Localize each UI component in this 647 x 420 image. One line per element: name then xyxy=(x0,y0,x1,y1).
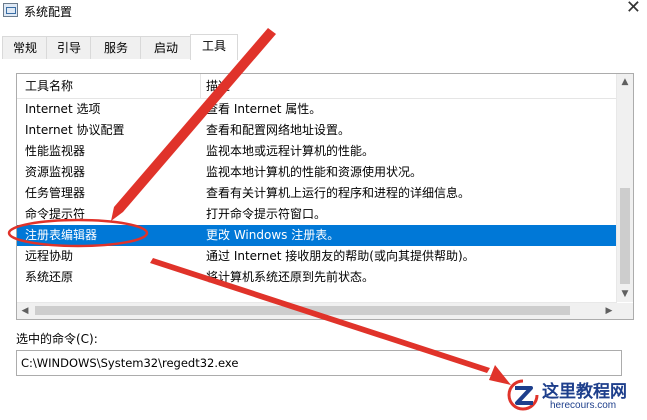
tool-row-remote-assistance[interactable]: 远程协助 通过 Internet 接收朋友的帮助(或向其提供帮助)。 xyxy=(17,246,617,267)
tool-description: 监视本地计算机的性能和资源使用状况。 xyxy=(206,165,423,179)
tool-description: 查看 Internet 属性。 xyxy=(206,102,322,116)
tab-strip: 常规 引导 服务 启动 工具 xyxy=(0,34,647,61)
scroll-right-arrow-icon[interactable]: ▶ xyxy=(601,303,617,319)
tool-name: 资源监视器 xyxy=(25,165,86,179)
tool-row-system-restore[interactable]: 系统还原 将计算机系统还原到先前状态。 xyxy=(17,267,617,288)
tool-description: 更改 Windows 注册表。 xyxy=(206,228,340,242)
column-header-description[interactable]: 描述 xyxy=(206,74,230,98)
tools-listview[interactable]: 工具名称 描述 Internet 选项 查看 Internet 属性。 Inte… xyxy=(16,73,634,320)
tool-description: 查看有关计算机上运行的程序和进程的详细信息。 xyxy=(206,186,471,200)
column-header-tool-name[interactable]: 工具名称 xyxy=(25,74,73,98)
tool-description: 查看和配置网络地址设置。 xyxy=(206,123,351,137)
tool-name: 命令提示符 xyxy=(25,207,86,221)
tool-name: 性能监视器 xyxy=(25,144,86,158)
tool-description: 通过 Internet 接收朋友的帮助(或向其提供帮助)。 xyxy=(206,249,475,263)
title-bar: 系统配置 ✕ xyxy=(0,0,647,32)
vertical-scrollbar[interactable]: ▲ ▼ xyxy=(616,74,633,302)
watermark-title: 这里教程网 xyxy=(542,382,627,402)
tab-general[interactable]: 常规 xyxy=(2,36,48,59)
list-header: 工具名称 描述 xyxy=(17,74,617,99)
column-divider[interactable] xyxy=(200,74,201,98)
tool-description: 监视本地或远程计算机的性能。 xyxy=(206,144,375,158)
scrollbar-corner xyxy=(617,303,633,319)
tab-services[interactable]: 服务 xyxy=(90,36,142,59)
selected-command-field[interactable]: C:\WINDOWS\System32\regedt32.exe xyxy=(16,350,622,376)
scroll-up-arrow-icon[interactable]: ▲ xyxy=(617,74,633,90)
tool-row-registry-editor[interactable]: 注册表编辑器 更改 Windows 注册表。 xyxy=(17,225,617,246)
horizontal-scroll-thumb[interactable] xyxy=(35,306,570,315)
close-icon[interactable]: ✕ xyxy=(626,0,641,18)
tool-name: Internet 协议配置 xyxy=(25,123,125,137)
horizontal-scrollbar[interactable]: ◀ ▶ xyxy=(17,302,617,319)
tool-row-task-manager[interactable]: 任务管理器 查看有关计算机上运行的程序和进程的详细信息。 xyxy=(17,183,617,204)
msconfig-app-icon xyxy=(3,3,18,17)
tool-row-internet-options[interactable]: Internet 选项 查看 Internet 属性。 xyxy=(17,99,617,120)
tool-row-performance-monitor[interactable]: 性能监视器 监视本地或远程计算机的性能。 xyxy=(17,141,617,162)
vertical-scroll-thumb[interactable] xyxy=(620,188,630,284)
tab-tools[interactable]: 工具 xyxy=(190,34,238,60)
tool-name: 注册表编辑器 xyxy=(25,228,98,242)
window-title: 系统配置 xyxy=(24,5,73,19)
scroll-left-arrow-icon[interactable]: ◀ xyxy=(17,303,33,319)
tool-description: 打开命令提示符窗口。 xyxy=(206,207,327,221)
scroll-down-arrow-icon[interactable]: ▼ xyxy=(617,286,633,302)
tab-startup[interactable]: 启动 xyxy=(140,36,192,59)
site-watermark: 这里教程网 herecours.com xyxy=(500,374,647,420)
tools-panel: 工具名称 描述 Internet 选项 查看 Internet 属性。 Inte… xyxy=(0,60,647,420)
tab-boot[interactable]: 引导 xyxy=(46,36,92,59)
tool-name: 远程协助 xyxy=(25,249,74,263)
tool-name: 系统还原 xyxy=(25,270,74,284)
tool-description: 将计算机系统还原到先前状态。 xyxy=(206,270,375,284)
watermark-logo-icon xyxy=(507,379,539,411)
tool-row-internet-protocol-config[interactable]: Internet 协议配置 查看和配置网络地址设置。 xyxy=(17,120,617,141)
tool-row-command-prompt[interactable]: 命令提示符 打开命令提示符窗口。 xyxy=(17,204,617,225)
tool-rows: Internet 选项 查看 Internet 属性。 Internet 协议配… xyxy=(17,99,617,288)
watermark-url: herecours.com xyxy=(550,400,617,411)
tool-name: Internet 选项 xyxy=(25,102,101,116)
selected-command-label: 选中的命令(C): xyxy=(16,332,98,346)
tool-name: 任务管理器 xyxy=(25,186,86,200)
tool-row-resource-monitor[interactable]: 资源监视器 监视本地计算机的性能和资源使用状况。 xyxy=(17,162,617,183)
